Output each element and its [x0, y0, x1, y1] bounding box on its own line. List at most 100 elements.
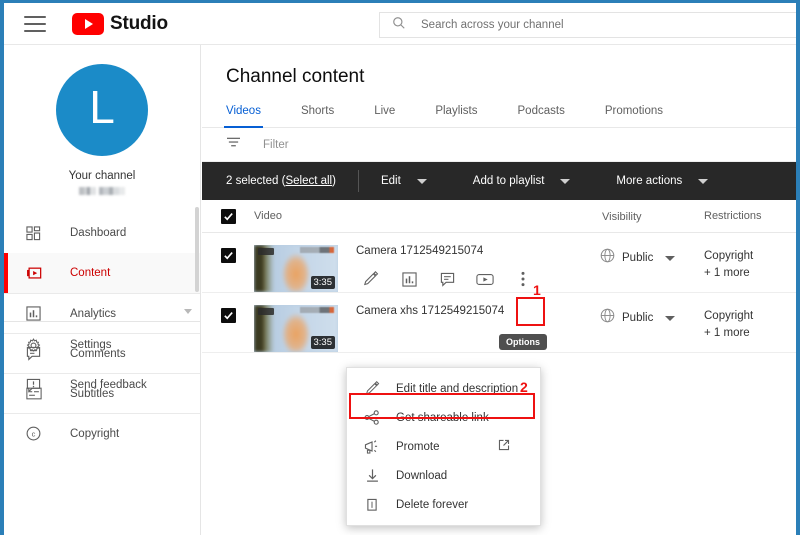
annotation-number-1: 1 — [533, 282, 541, 298]
column-header-restrictions: Restrictions — [704, 210, 762, 222]
restriction-primary: Copyright — [704, 310, 754, 322]
tab-promotions[interactable]: Promotions — [605, 105, 663, 127]
sidebar-item-copyright[interactable]: c Copyright — [4, 413, 200, 453]
chevron-down-icon — [416, 178, 427, 184]
comment-bubble-icon[interactable] — [432, 266, 462, 292]
video-duration: 3:35 — [310, 336, 335, 349]
video-row-actions — [356, 266, 546, 292]
tab-shorts[interactable]: Shorts — [301, 105, 334, 127]
thumbnail-overlay-text — [300, 247, 334, 253]
browser-window: Studio Search across your channel L Your… — [0, 0, 800, 535]
sidebar-item-label: Analytics — [70, 307, 117, 320]
feedback-icon — [26, 378, 48, 393]
menu-item-promote[interactable]: Promote — [347, 432, 540, 461]
video-thumbnail[interactable]: 3:35 — [254, 305, 338, 352]
sidebar-item-send-feedback[interactable]: Send feedback — [4, 365, 200, 405]
tab-playlists[interactable]: Playlists — [435, 105, 477, 127]
video-title[interactable]: Camera xhs 1712549215074 — [356, 305, 504, 317]
thumbnail-overlay-text — [300, 307, 334, 313]
filter-bar[interactable]: Filter — [202, 128, 796, 162]
more-actions-dropdown-button[interactable]: More actions — [616, 175, 709, 187]
trash-bin-icon — [361, 497, 383, 512]
menu-item-label: Delete forever — [396, 498, 469, 511]
sidebar-item-content[interactable]: Content — [4, 253, 200, 293]
visibility-value: Public — [622, 312, 654, 324]
chevron-down-icon — [665, 255, 676, 261]
video-info: Camera xhs 1712549215074 — [356, 305, 504, 352]
toolbar-divider — [357, 170, 359, 192]
channel-block[interactable]: L Your channel — [4, 45, 200, 195]
row-checkbox[interactable] — [220, 308, 236, 323]
studio-brand[interactable]: Studio — [72, 12, 168, 35]
content-video-icon — [26, 266, 48, 281]
tab-live[interactable]: Live — [374, 105, 395, 127]
selected-count-text-end: ) — [332, 175, 336, 187]
tab-podcasts[interactable]: Podcasts — [518, 105, 565, 127]
select-all-link[interactable]: Select all — [285, 175, 332, 187]
dashboard-icon — [26, 225, 48, 241]
selection-toolbar: 2 selected (Select all) Edit Add to play… — [202, 162, 796, 200]
sidebar-item-label: Settings — [70, 339, 112, 351]
row-checkbox-cell — [202, 305, 254, 323]
sidebar-item-label: Dashboard — [70, 227, 127, 239]
video-duration: 3:35 — [310, 276, 335, 289]
options-tooltip: Options — [499, 334, 547, 350]
row-checkbox[interactable] — [220, 248, 236, 263]
youtube-logo-icon — [72, 12, 104, 35]
sidebar-item-label: Send feedback — [70, 379, 147, 391]
restriction-more[interactable]: + 1 more — [704, 325, 796, 342]
pencil-edit-icon[interactable] — [356, 266, 386, 292]
sidebar-scrollbar[interactable] — [195, 207, 199, 292]
page-title: Channel content — [226, 66, 365, 87]
visibility-cell: Public — [600, 245, 704, 268]
avatar[interactable]: L — [56, 64, 148, 156]
visibility-value: Public — [622, 252, 654, 264]
globe-icon — [600, 248, 615, 268]
globe-icon — [600, 308, 615, 328]
video-title[interactable]: Camera 1712549215074 — [356, 245, 546, 257]
sidebar-item-settings[interactable]: Settings — [4, 325, 200, 365]
restriction-more[interactable]: + 1 more — [704, 265, 796, 282]
annotation-box-get-shareable-link — [349, 393, 535, 419]
select-all-checkbox[interactable] — [220, 208, 236, 224]
selected-count: 2 selected (Select all) — [226, 175, 336, 187]
sidebar-divider — [4, 321, 200, 322]
sidebar-item-label: Content — [70, 267, 111, 279]
filter-icon[interactable] — [226, 136, 241, 154]
options-context-menu: Edit title and description Get shareable… — [346, 367, 541, 526]
video-thumbnail[interactable]: 3:35 — [254, 245, 338, 292]
analytics-bars-icon[interactable] — [394, 266, 424, 292]
copyright-icon: c — [26, 426, 48, 441]
filter-placeholder: Filter — [263, 138, 289, 151]
visibility-dropdown[interactable]: Public — [600, 245, 704, 268]
column-header-video: Video — [254, 210, 282, 222]
visibility-dropdown[interactable]: Public — [600, 305, 704, 328]
selected-count-text: 2 selected ( — [226, 175, 286, 187]
tab-videos[interactable]: Videos — [224, 105, 263, 128]
video-cell: 3:35 Camera 1712549215074 — [254, 245, 600, 292]
svg-text:c: c — [32, 430, 36, 439]
content-tabs: Videos Shorts Live Playlists Podcasts Pr… — [202, 105, 796, 128]
menu-item-download[interactable]: Download — [347, 461, 540, 490]
thumbnail-badge — [258, 308, 274, 315]
your-channel-label: Your channel — [68, 170, 136, 182]
gear-icon — [26, 337, 48, 353]
sidebar-item-dashboard[interactable]: Dashboard — [4, 213, 200, 253]
annotation-number-2: 2 — [520, 379, 528, 395]
channel-name-redacted — [79, 187, 125, 195]
edit-dropdown-button[interactable]: Edit — [381, 175, 427, 187]
search-input[interactable]: Search across your channel — [379, 12, 796, 38]
megaphone-icon — [361, 439, 383, 454]
video-cell: 3:35 Camera xhs 1712549215074 — [254, 305, 600, 352]
menu-item-delete-forever[interactable]: Delete forever — [347, 490, 540, 519]
restrictions-cell: Copyright + 1 more — [704, 245, 796, 282]
external-link-icon — [498, 438, 510, 456]
chevron-down-icon[interactable] — [184, 309, 192, 314]
hamburger-icon[interactable] — [24, 15, 46, 32]
search-placeholder: Search across your channel — [421, 19, 564, 31]
video-player-icon[interactable] — [470, 266, 500, 292]
analytics-bars-icon — [26, 306, 48, 321]
add-to-playlist-dropdown-button[interactable]: Add to playlist — [473, 175, 571, 187]
menu-item-label: Download — [396, 469, 448, 482]
chevron-down-icon — [665, 315, 676, 321]
